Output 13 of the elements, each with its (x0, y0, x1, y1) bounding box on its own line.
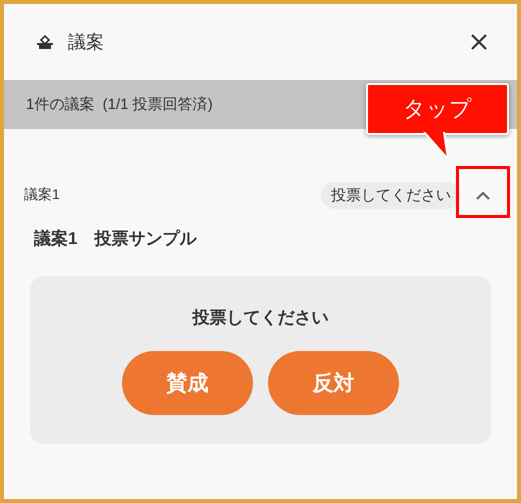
chevron-icon (476, 190, 490, 200)
vote-button[interactable]: 反対 (268, 351, 399, 415)
status-pill: 投票してください (321, 182, 461, 208)
item-title: 議案1 投票サンプル (34, 228, 196, 250)
summary-text: 1件の議案 (1/1 投票回答済) (26, 95, 213, 114)
item-label: 議案1 (24, 186, 61, 204)
vote-prompt: 投票してください (192, 307, 328, 329)
callout-text: タップ (403, 95, 472, 123)
close-icon (470, 33, 488, 51)
highlight-frame (456, 166, 510, 218)
ballot-box-icon (36, 34, 54, 50)
dialog-title: 議案 (68, 31, 105, 54)
vote-button[interactable]: 賛成 (122, 351, 253, 415)
